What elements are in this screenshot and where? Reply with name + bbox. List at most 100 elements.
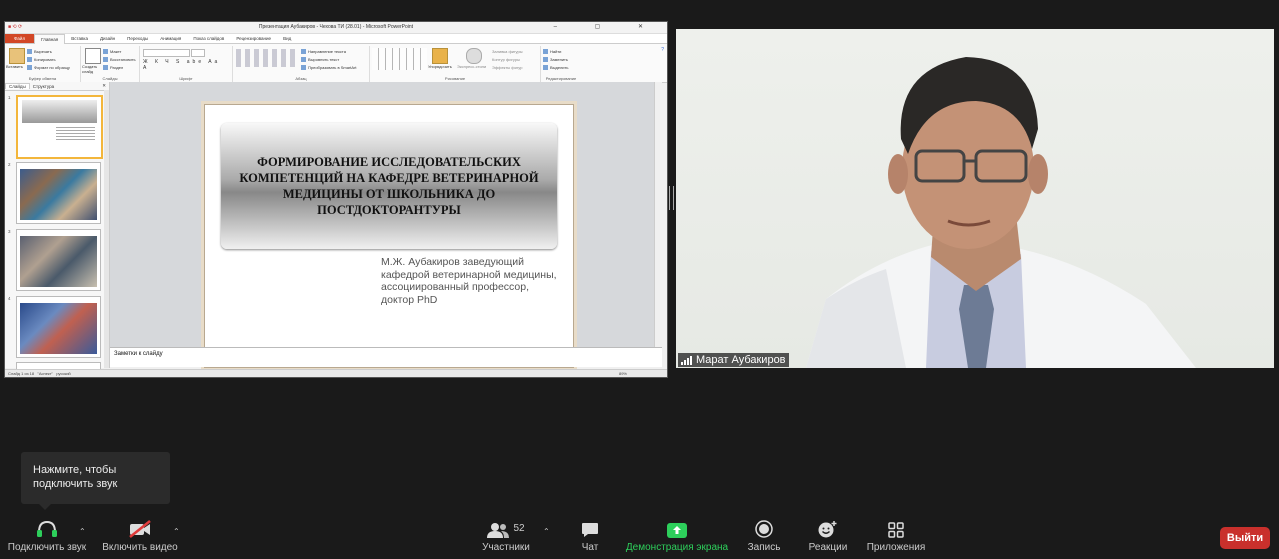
find-button[interactable]: Найти	[543, 49, 561, 55]
close-icon[interactable]: ✕	[99, 83, 109, 89]
slide-thumbnail-1[interactable]	[16, 95, 103, 159]
layout-button[interactable]: Макет	[103, 49, 121, 55]
participant-video[interactable]: Марат Аубакиров	[676, 29, 1274, 368]
quick-styles-icon	[466, 48, 482, 64]
shape-effects-button[interactable]: Эффекты фигур	[492, 65, 522, 70]
group-label: Шрифт	[179, 76, 193, 81]
record-button[interactable]: Запись	[744, 512, 784, 559]
chevron-up-icon[interactable]: ⌃	[543, 527, 550, 536]
group-label: Редактирование	[545, 76, 577, 81]
participants-button[interactable]: 52 Участники	[478, 512, 534, 559]
font-format-buttons[interactable]: Ж К Ч S abe Aa A	[143, 59, 228, 71]
smartart-button[interactable]: Преобразовать в SmartArt	[301, 65, 357, 71]
share-screen-label: Демонстрация экрана	[625, 542, 729, 553]
thumb-number: 1	[8, 95, 11, 100]
align-icon	[301, 57, 306, 63]
cut-button[interactable]: Вырезать	[27, 49, 52, 55]
tab-review[interactable]: Рецензирование	[230, 34, 277, 43]
start-video-button[interactable]: Включить видео	[100, 512, 180, 559]
slide-title: ФОРМИРОВАНИЕ ИССЛЕДОВАТЕЛЬСКИХ КОМПЕТЕНЦ…	[239, 155, 539, 217]
split-resize-handle[interactable]	[669, 186, 674, 210]
panel-scrollbar[interactable]	[104, 90, 109, 368]
slides-panel: Слайды Структура ✕ 1 2 3 4	[5, 82, 110, 374]
layout-icon	[103, 49, 108, 55]
group-label: Абзац	[295, 76, 307, 81]
thumb-number: 2	[8, 162, 11, 167]
share-screen-button[interactable]: Демонстрация экрана	[625, 512, 729, 559]
slide-scrollbar[interactable]	[654, 82, 662, 350]
paragraph-group: Направление текста Выровнять текст Преоб…	[233, 46, 370, 82]
thumb-photo	[20, 169, 97, 220]
ppt-titlebar: ■ ⟲ ⟳ Презентация Аубакиров - Чехова ТИ …	[5, 22, 667, 34]
current-slide[interactable]: ФОРМИРОВАНИЕ ИССЛЕДОВАТЕЛЬСКИХ КОМПЕТЕНЦ…	[204, 104, 574, 368]
format-painter-button[interactable]: Формат по образцу	[27, 65, 70, 71]
participants-icon: 52	[487, 512, 525, 538]
shape-fill-button[interactable]: Заливка фигуры	[492, 49, 523, 54]
reactions-button[interactable]: Реакции	[806, 512, 850, 559]
slide-thumbnail-3[interactable]	[16, 229, 101, 291]
tab-home[interactable]: Главная	[34, 33, 66, 44]
join-audio-button[interactable]: Подключить звук	[6, 512, 88, 559]
ppt-quick-access-icon[interactable]: ■ ⟲ ⟳	[8, 22, 22, 33]
chevron-up-icon[interactable]: ⌃	[79, 527, 86, 536]
apps-button[interactable]: Приложения	[864, 512, 928, 559]
reset-icon	[103, 57, 108, 63]
shapes-gallery[interactable]	[372, 48, 427, 70]
copy-button[interactable]: Копировать	[27, 57, 56, 63]
leave-meeting-button[interactable]: Выйти	[1220, 527, 1270, 549]
help-icon[interactable]: ?	[661, 47, 664, 53]
participants-label: Участники	[482, 542, 530, 553]
paragraph-buttons[interactable]	[236, 49, 296, 67]
window-controls[interactable]: – ▢ ✕	[554, 22, 661, 33]
slide-title-box: ФОРМИРОВАНИЕ ИССЛЕДОВАТЕЛЬСКИХ КОМПЕТЕНЦ…	[221, 123, 557, 249]
copy-icon	[27, 57, 32, 63]
new-slide-icon	[85, 48, 101, 64]
shape-outline-button[interactable]: Контур фигуры	[492, 57, 520, 62]
tab-slideshow[interactable]: Показ слайдов	[187, 34, 230, 43]
replace-icon	[543, 57, 548, 63]
select-button[interactable]: Выделить	[543, 65, 568, 71]
tab-design[interactable]: Дизайн	[94, 34, 121, 43]
slide-edit-area: ФОРМИРОВАНИЕ ИССЛЕДОВАТЕЛЬСКИХ КОМПЕТЕНЦ…	[110, 82, 662, 368]
tab-insert[interactable]: Вставка	[65, 34, 94, 43]
replace-button[interactable]: Заменить	[543, 57, 568, 63]
chevron-up-icon[interactable]: ⌃	[173, 527, 180, 536]
quick-styles-button[interactable]: Экспресс-стили	[457, 64, 486, 69]
notes-pane[interactable]: Заметки к слайду	[110, 347, 662, 367]
scissors-icon	[27, 49, 32, 55]
chat-button[interactable]: Чат	[570, 512, 610, 559]
theme-name: "Аспект"	[37, 371, 53, 376]
share-screen-icon	[667, 512, 687, 538]
tab-slides[interactable]: Слайды	[5, 83, 30, 89]
slide-thumbnail-4[interactable]	[16, 296, 101, 358]
join-audio-tooltip: Нажмите, чтобы подключить звук	[21, 452, 170, 504]
reset-button[interactable]: Восстановить	[103, 57, 136, 63]
thumb-number: 4	[8, 296, 11, 301]
participants-count: 52	[513, 523, 525, 534]
font-name-field[interactable]	[143, 49, 190, 57]
slide-thumbnail-2[interactable]	[16, 162, 101, 224]
tooltip-text: Нажмите, чтобы подключить звук	[33, 464, 118, 490]
text-direction-icon	[301, 49, 306, 55]
signal-strength-icon	[681, 355, 693, 365]
tab-outline[interactable]: Структура	[30, 84, 57, 89]
text-direction-button[interactable]: Направление текста	[301, 49, 346, 55]
thumb-photo	[20, 303, 97, 354]
tab-transitions[interactable]: Переходы	[121, 34, 154, 43]
arrange-button[interactable]: Упорядочить	[428, 64, 452, 69]
participant-name-tag: Марат Аубакиров	[678, 353, 789, 367]
slide-count: Слайд 1 из 18	[8, 371, 35, 376]
record-icon	[755, 512, 773, 538]
record-label: Запись	[747, 542, 781, 553]
tab-file[interactable]: Файл	[5, 34, 35, 43]
new-slide-button[interactable]: Создать слайд	[82, 64, 104, 74]
tab-animation[interactable]: Анимация	[154, 34, 187, 43]
thumb-title-graphic	[22, 100, 97, 123]
zoom-level[interactable]: 89%	[619, 370, 627, 377]
font-size-field[interactable]	[191, 49, 205, 57]
tab-view[interactable]: Вид	[277, 34, 297, 43]
paste-button[interactable]: Вставить	[6, 64, 23, 69]
section-button[interactable]: Раздел	[103, 65, 123, 71]
align-text-button[interactable]: Выровнять текст	[301, 57, 339, 63]
apps-icon	[888, 512, 904, 538]
